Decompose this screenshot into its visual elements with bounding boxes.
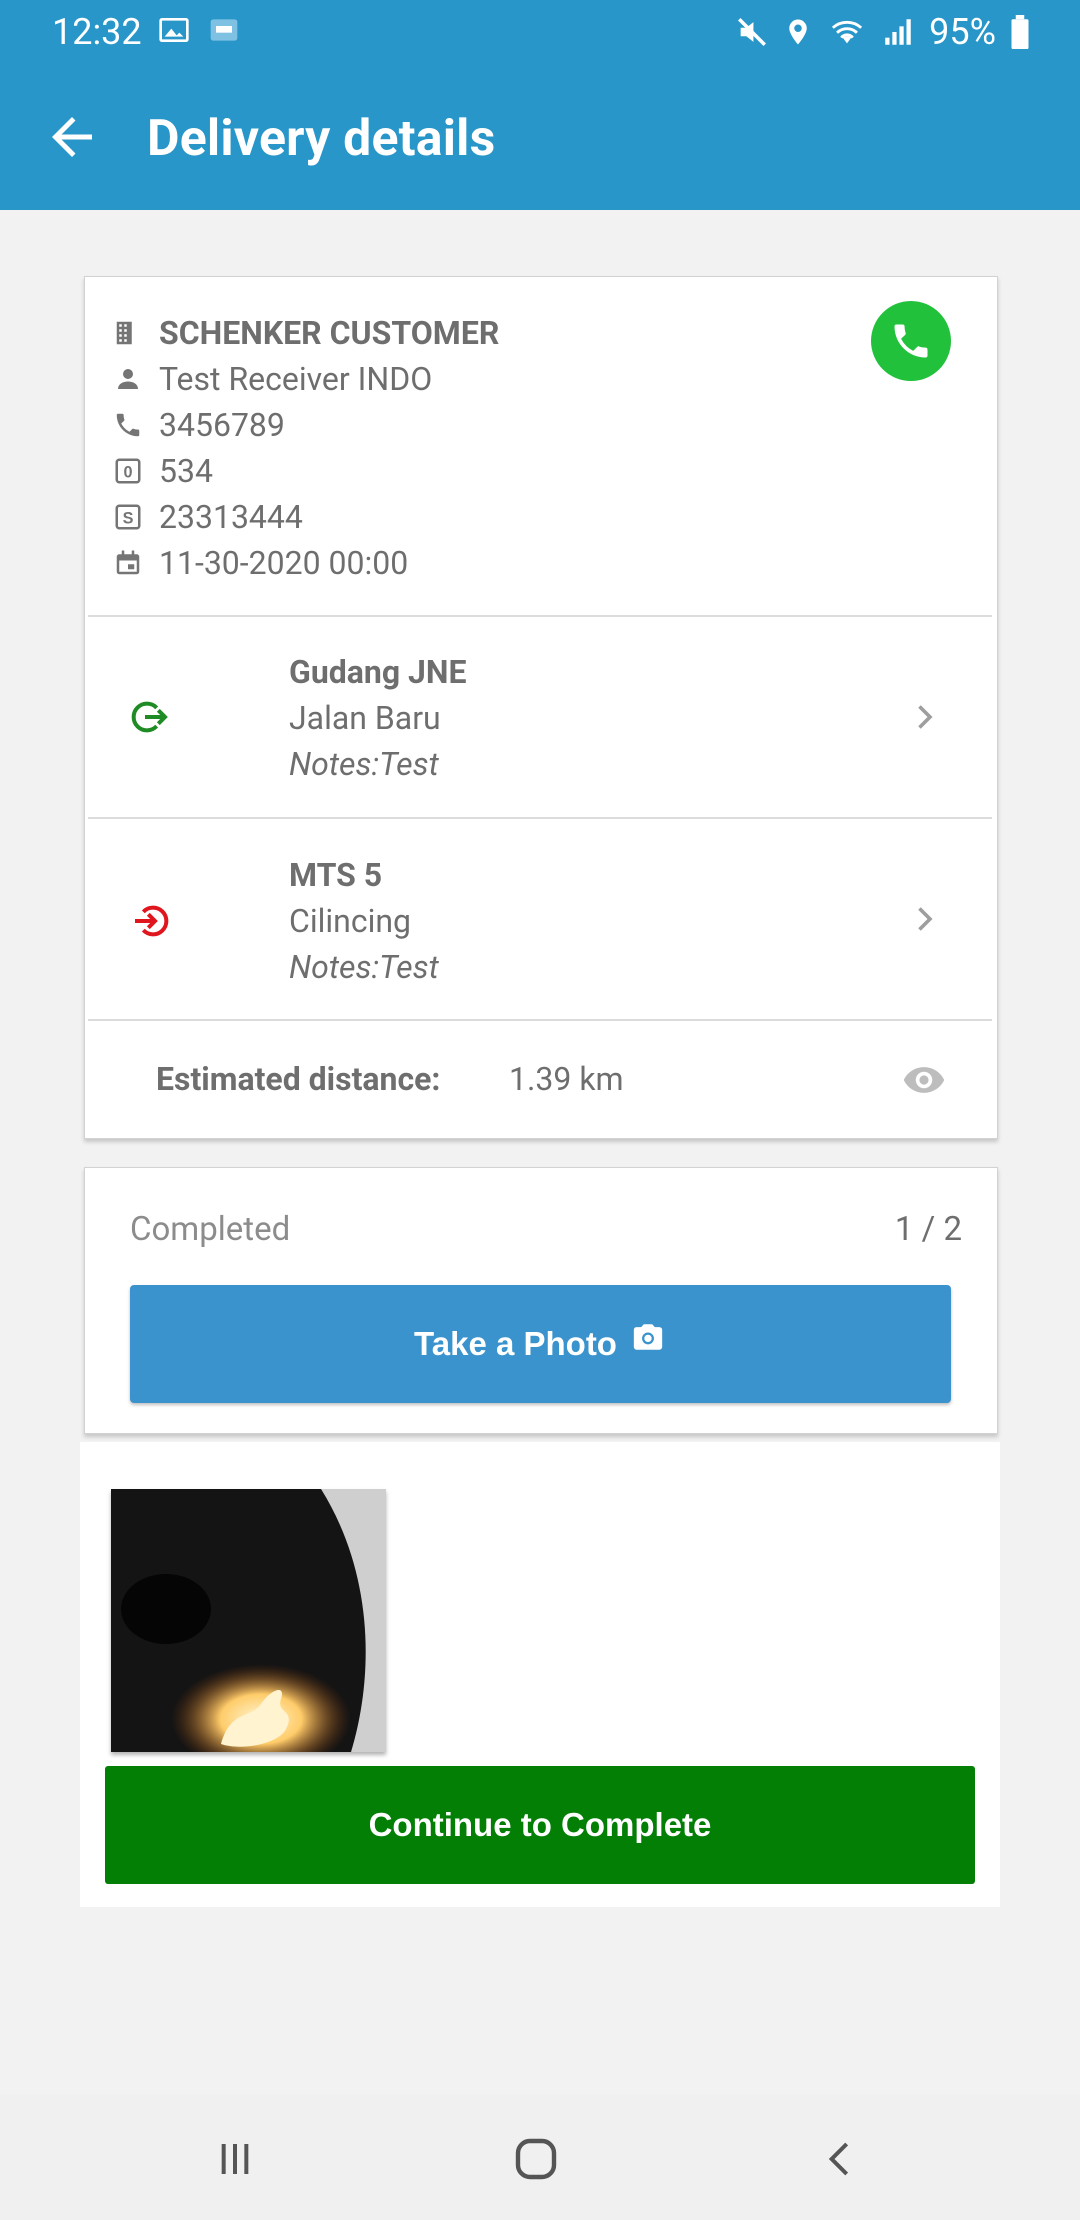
app-notification-icon bbox=[210, 19, 238, 41]
field-s-row: S 23313444 bbox=[113, 494, 303, 540]
pickup-address: Jalan Baru bbox=[289, 699, 441, 737]
photo-image bbox=[111, 1489, 386, 1752]
photo-count: 1 / 2 bbox=[894, 1210, 962, 1249]
delivery-date: 11-30-2020 00:00 bbox=[159, 544, 409, 582]
phone-icon bbox=[894, 324, 928, 358]
receiver-row: Test Receiver INDO bbox=[113, 356, 432, 402]
status-bar: 12:32 95% bbox=[0, 0, 1080, 66]
pickup-notes: Notes:Test bbox=[289, 745, 439, 783]
back-button[interactable] bbox=[32, 102, 112, 172]
status-right: 95% bbox=[735, 11, 1030, 53]
top-bar: 12:32 95% Delivery details bbox=[0, 0, 1080, 210]
camera-icon bbox=[633, 1324, 663, 1350]
page-title: Delivery details bbox=[147, 110, 496, 168]
person-icon bbox=[118, 369, 138, 389]
battery-percent: 95% bbox=[929, 11, 996, 53]
distance-label: Estimated distance: bbox=[156, 1060, 441, 1098]
dropoff-notes: Notes:Test bbox=[289, 948, 439, 986]
recents-icon bbox=[221, 2144, 249, 2174]
home-icon bbox=[515, 2138, 557, 2180]
mute-icon bbox=[738, 17, 767, 47]
system-nav-bar bbox=[0, 2094, 1080, 2220]
building-icon bbox=[116, 321, 132, 345]
notification-icons bbox=[158, 14, 240, 46]
svg-text:S: S bbox=[123, 509, 134, 527]
dropoff-name: MTS 5 bbox=[289, 856, 383, 894]
calendar-icon bbox=[116, 550, 140, 575]
divider bbox=[88, 1019, 992, 1021]
pickup-icon bbox=[131, 701, 168, 733]
date-row: 11-30-2020 00:00 bbox=[113, 540, 408, 586]
zero-box-icon: 0 bbox=[115, 458, 141, 484]
eye-icon[interactable] bbox=[898, 1058, 950, 1102]
call-button[interactable] bbox=[871, 301, 951, 381]
chevron-right-icon bbox=[918, 907, 933, 931]
chevron-left-icon bbox=[828, 2142, 849, 2176]
customer-row: SCHENKER CUSTOMER bbox=[113, 310, 499, 356]
arrow-left-icon bbox=[52, 117, 92, 157]
photo-thumbnail[interactable] bbox=[111, 1489, 386, 1752]
wifi-icon bbox=[832, 20, 863, 44]
pickup-name: Gudang JNE bbox=[289, 653, 467, 691]
home-button[interactable] bbox=[501, 2124, 571, 2194]
dropoff-icon bbox=[135, 905, 169, 937]
dropoff-address: Cilincing bbox=[289, 902, 412, 940]
chevron-right-icon bbox=[918, 705, 933, 729]
phone-number: 3456789 bbox=[159, 406, 285, 444]
status-time: 12:32 bbox=[52, 11, 142, 53]
phone-row: 3456789 bbox=[113, 402, 285, 448]
take-photo-label: Take a Photo bbox=[414, 1325, 617, 1362]
customer-name: SCHENKER CUSTOMER bbox=[159, 314, 500, 352]
gallery-icon bbox=[159, 18, 189, 42]
dropoff-row[interactable]: MTS 5 Cilincing Notes:Test bbox=[88, 819, 992, 1019]
signal-icon bbox=[885, 19, 911, 45]
pickup-row[interactable]: Gudang JNE Jalan Baru Notes:Test bbox=[88, 617, 992, 817]
receiver-name: Test Receiver INDO bbox=[159, 360, 433, 398]
distance-value: 1.39 km bbox=[509, 1060, 624, 1098]
system-back-button[interactable] bbox=[805, 2124, 875, 2194]
battery-icon bbox=[1011, 15, 1029, 49]
completed-label: Completed bbox=[130, 1210, 291, 1249]
phone-icon bbox=[116, 413, 140, 437]
svg-text:0: 0 bbox=[123, 463, 132, 481]
s-box-icon: S bbox=[115, 504, 141, 530]
field-0-row: 0 534 bbox=[113, 448, 213, 494]
recents-button[interactable] bbox=[200, 2124, 270, 2194]
field-0-value: 534 bbox=[159, 452, 213, 490]
take-photo-button[interactable]: Take a Photo bbox=[130, 1285, 951, 1403]
location-icon bbox=[789, 19, 807, 45]
continue-button[interactable]: Continue to Complete bbox=[105, 1766, 975, 1884]
field-s-value: 23313444 bbox=[159, 498, 303, 536]
